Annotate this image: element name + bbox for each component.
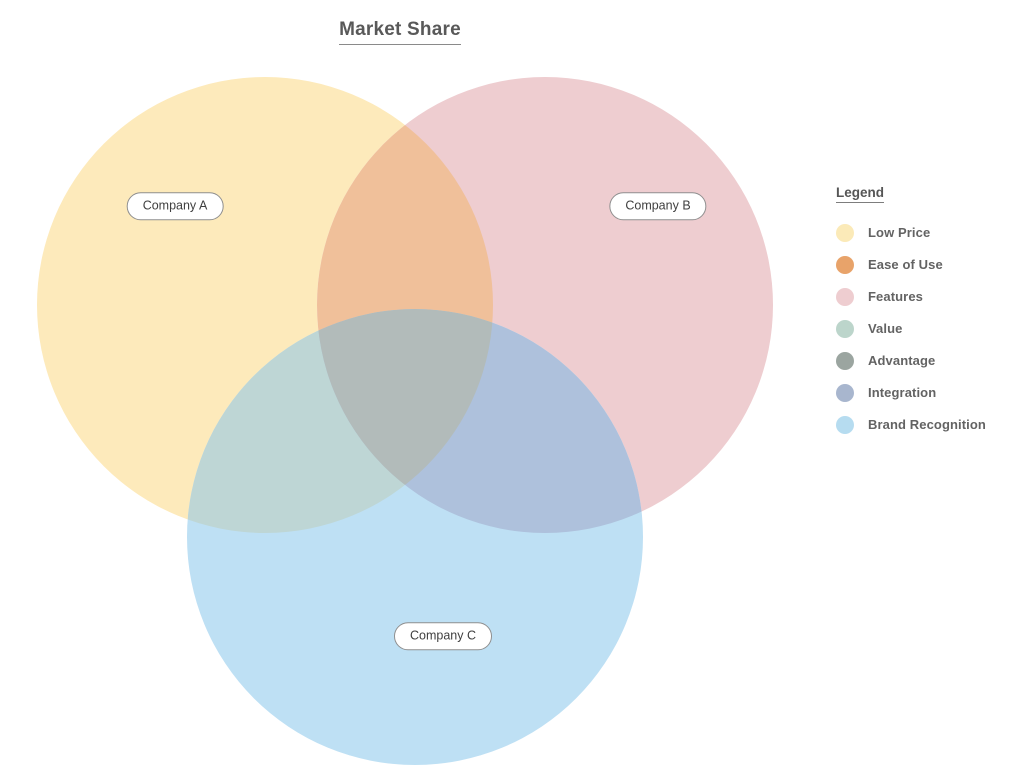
legend-item[interactable]: Brand Recognition [836,409,1008,441]
legend-item[interactable]: Features [836,281,1008,313]
legend-item[interactable]: Low Price [836,217,1008,249]
legend-swatch-icon [836,383,854,402]
set-label-company-a[interactable]: Company A [126,192,224,220]
legend-item-label: Brand Recognition [868,417,986,432]
legend-item-label: Advantage [868,353,936,368]
venn-diagram-page: Market Share Company A Company B Company… [0,0,1010,780]
legend-swatch-icon [836,255,854,274]
legend-item[interactable]: Integration [836,377,1008,409]
set-label-company-b[interactable]: Company B [609,192,707,220]
legend-items: Low Price Ease of Use Features Value Advanta… [836,217,1008,441]
legend-item-label: Integration [868,385,937,400]
legend-item-label: Low Price [868,225,931,240]
legend-item-label: Ease of Use [868,257,943,272]
legend-item[interactable]: Advantage [836,345,1008,377]
legend: Legend Low Price Ease of Use Features Value… [836,184,1008,441]
legend-swatch-icon [836,287,854,306]
legend-heading: Legend [836,186,885,203]
set-label-company-c[interactable]: Company C [394,622,492,650]
legend-swatch-icon [836,319,854,338]
legend-swatch-icon [836,351,854,370]
legend-item-label: Features [868,289,923,304]
legend-item[interactable]: Ease of Use [836,249,1008,281]
legend-item-label: Value [868,321,903,336]
legend-swatch-icon [836,415,854,434]
legend-item[interactable]: Value [836,313,1008,345]
legend-swatch-icon [836,223,854,242]
